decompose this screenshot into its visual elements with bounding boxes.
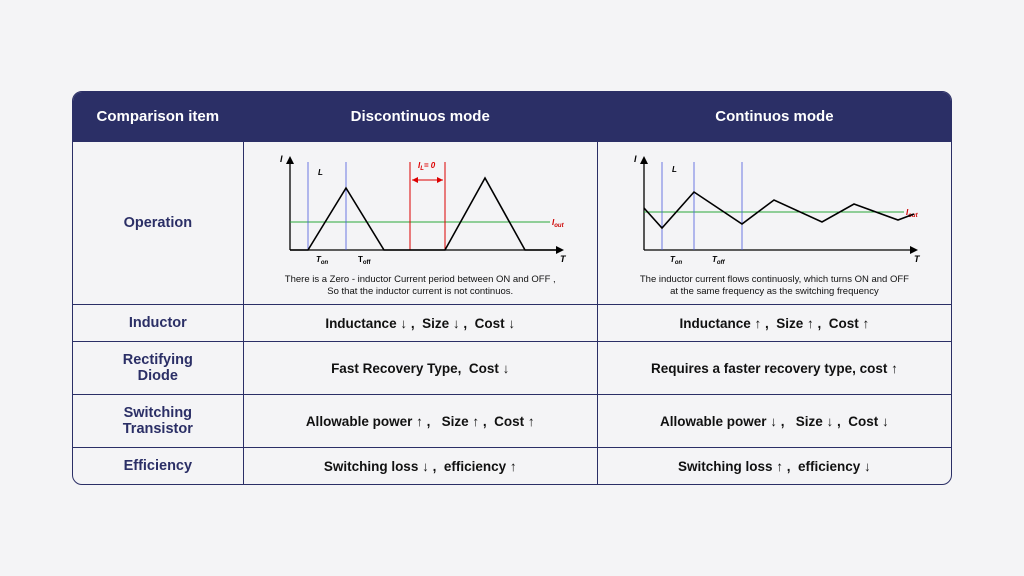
- transistor-ccm-value: Allowable power ↓ , Size ↓ , Cost ↓: [660, 414, 889, 429]
- inductor-dcm-value: Inductance ↓ , Size ↓ , Cost ↓: [325, 316, 515, 331]
- row-transistor-label-cell: Switching Transistor: [73, 395, 243, 447]
- svg-text:I: I: [634, 154, 637, 164]
- svg-text:Toff: Toff: [712, 255, 725, 266]
- diode-dcm-value: Fast Recovery Type, Cost ↓: [331, 361, 509, 376]
- row-efficiency-dcm: Switching loss ↓ , efficiency ↑: [243, 448, 597, 484]
- header-col3: Continuos mode: [597, 92, 951, 141]
- row-transistor: Switching Transistor Allowable power ↑ ,…: [73, 394, 951, 447]
- svg-text:I: I: [280, 154, 283, 164]
- row-diode-dcm: Fast Recovery Type, Cost ↓: [243, 342, 597, 394]
- row-operation-dcm-cell: I T Iout L IL= 0 Ton: [243, 142, 597, 305]
- svg-text:T: T: [560, 254, 567, 264]
- svg-text:Ton: Ton: [316, 255, 329, 266]
- row-efficiency-label: Efficiency: [124, 458, 193, 474]
- row-operation-label: Operation: [124, 215, 192, 231]
- svg-text:Iout: Iout: [552, 218, 565, 229]
- table-header-row: Comparison item Discontinuos mode Contin…: [73, 92, 951, 141]
- diode-ccm-value: Requires a faster recovery type, cost ↑: [651, 361, 898, 376]
- svg-text:Toff: Toff: [358, 255, 372, 266]
- efficiency-ccm-value: Switching loss ↑ , efficiency ↓: [678, 459, 871, 474]
- header-col2: Discontinuos mode: [243, 92, 597, 141]
- efficiency-dcm-value: Switching loss ↓ , efficiency ↑: [324, 459, 517, 474]
- row-diode-label-cell: Rectifying Diode: [73, 342, 243, 394]
- row-operation-ccm-cell: I T Iout L Ton Toff The inductor current…: [597, 142, 951, 305]
- svg-text:IL= 0: IL= 0: [418, 161, 436, 172]
- inductor-ccm-value: Inductance ↑ , Size ↑ , Cost ↑: [680, 316, 870, 331]
- row-transistor-ccm: Allowable power ↓ , Size ↓ , Cost ↓: [597, 395, 951, 447]
- svg-text:Ton: Ton: [670, 255, 683, 266]
- row-inductor-label: Inductor: [129, 315, 187, 331]
- row-inductor-label-cell: Inductor: [73, 305, 243, 341]
- comparison-table: Comparison item Discontinuos mode Contin…: [72, 91, 952, 486]
- svg-text:L: L: [318, 168, 323, 177]
- row-operation: Operation I T Iout L: [73, 141, 951, 305]
- row-transistor-label: Switching Transistor: [123, 405, 193, 437]
- row-efficiency-label-cell: Efficiency: [73, 448, 243, 484]
- row-efficiency: Efficiency Switching loss ↓ , efficiency…: [73, 447, 951, 484]
- svg-text:L: L: [672, 165, 677, 174]
- row-diode-ccm: Requires a faster recovery type, cost ↑: [597, 342, 951, 394]
- row-inductor-ccm: Inductance ↑ , Size ↑ , Cost ↑: [597, 305, 951, 341]
- ccm-waveform-chart: I T Iout L Ton Toff: [614, 150, 934, 270]
- row-diode: Rectifying Diode Fast Recovery Type, Cos…: [73, 341, 951, 394]
- row-diode-label: Rectifying Diode: [123, 352, 193, 384]
- row-efficiency-ccm: Switching loss ↑ , efficiency ↓: [597, 448, 951, 484]
- row-inductor-dcm: Inductance ↓ , Size ↓ , Cost ↓: [243, 305, 597, 341]
- header-col1: Comparison item: [73, 92, 243, 141]
- svg-text:Iout: Iout: [906, 208, 919, 219]
- row-transistor-dcm: Allowable power ↑ , Size ↑ , Cost ↑: [243, 395, 597, 447]
- dcm-caption: There is a Zero - inductor Current perio…: [285, 274, 556, 299]
- row-inductor: Inductor Inductance ↓ , Size ↓ , Cost ↓ …: [73, 304, 951, 341]
- row-operation-label-cell: Operation: [73, 142, 243, 305]
- ccm-caption: The inductor current flows continuosly, …: [640, 274, 909, 299]
- transistor-dcm-value: Allowable power ↑ , Size ↑ , Cost ↑: [306, 414, 535, 429]
- svg-text:T: T: [914, 254, 921, 264]
- dcm-waveform-chart: I T Iout L IL= 0 Ton: [260, 150, 580, 270]
